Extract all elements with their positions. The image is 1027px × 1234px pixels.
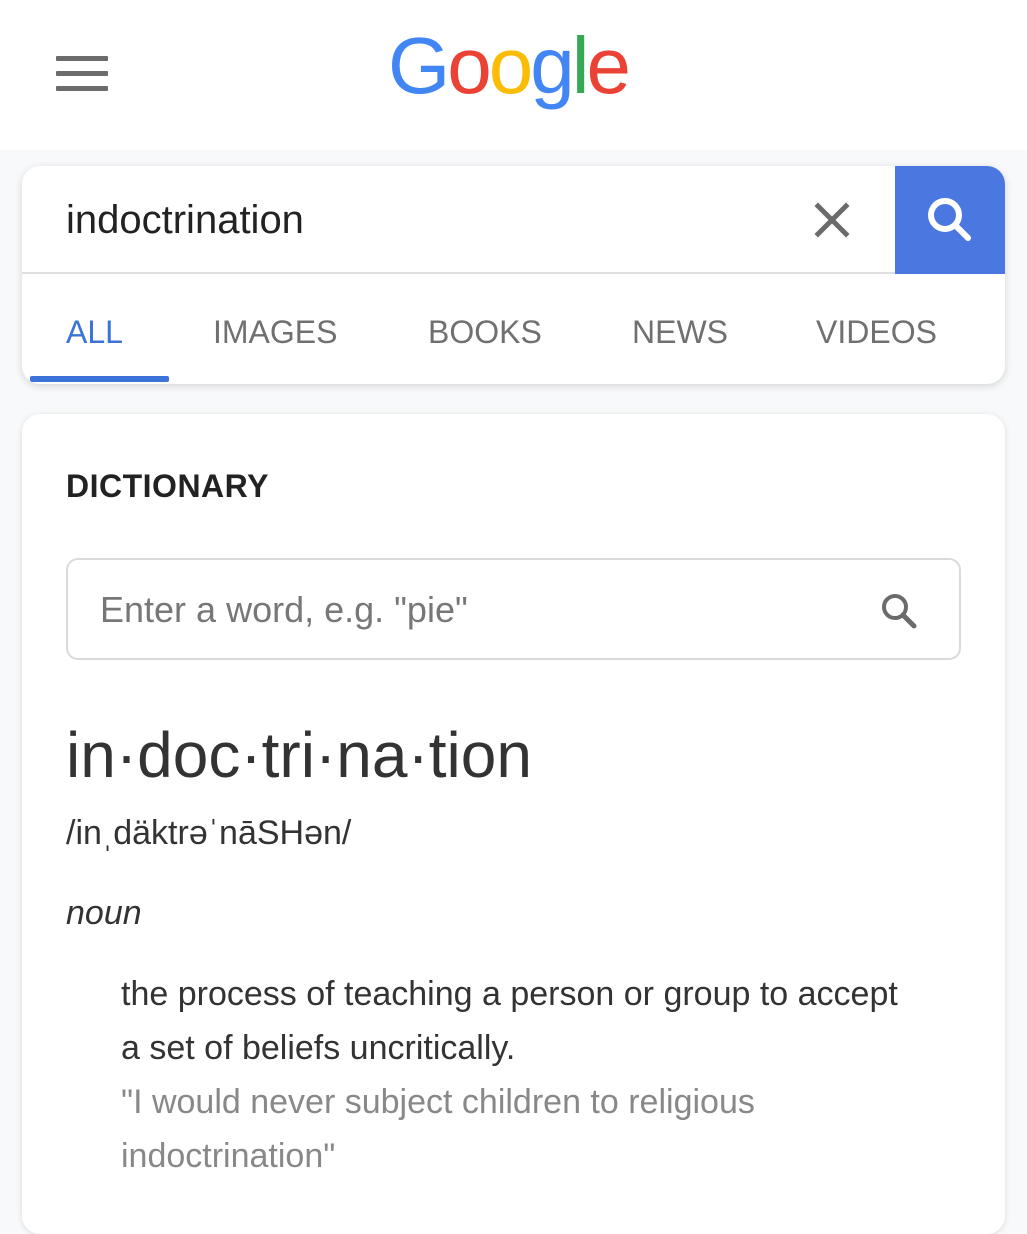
logo-letter: G bbox=[388, 21, 450, 110]
tab-all[interactable]: ALL bbox=[66, 314, 123, 351]
part-of-speech: noun bbox=[66, 894, 142, 932]
logo-letter: o bbox=[447, 21, 491, 110]
headword: in·doc·tri·na·tion bbox=[66, 719, 532, 791]
logo-letter: g bbox=[530, 21, 574, 110]
close-icon[interactable] bbox=[812, 200, 852, 240]
search-card: indoctrination ALL IMAGES BOOKS NEWS VID… bbox=[22, 166, 1005, 384]
active-tab-indicator bbox=[30, 376, 169, 382]
search-icon bbox=[928, 198, 971, 241]
menu-bar bbox=[56, 56, 108, 61]
search-bar: indoctrination bbox=[22, 166, 1005, 274]
tab-news[interactable]: NEWS bbox=[632, 314, 728, 351]
dictionary-search-input[interactable] bbox=[100, 584, 860, 636]
tab-videos[interactable]: VIDEOS bbox=[816, 314, 937, 351]
definition: the process of teaching a person or grou… bbox=[121, 975, 898, 1067]
dictionary-title: DICTIONARY bbox=[66, 468, 269, 504]
dictionary-search-box bbox=[66, 558, 961, 660]
tab-images[interactable]: IMAGES bbox=[213, 314, 337, 351]
search-tabs: ALL IMAGES BOOKS NEWS VIDEOS bbox=[22, 276, 1005, 384]
search-input[interactable]: indoctrination bbox=[66, 198, 304, 243]
google-logo[interactable]: Google bbox=[388, 26, 631, 106]
dictionary-card: DICTIONARY in·doc·tri·na·tion /inˌdäktrə… bbox=[22, 414, 1005, 1234]
logo-letter: o bbox=[488, 21, 533, 110]
search-icon[interactable] bbox=[878, 590, 922, 634]
example-sentence: "I would never subject children to relig… bbox=[121, 1083, 755, 1175]
logo-letter: l bbox=[571, 21, 590, 110]
search-button[interactable] bbox=[895, 166, 1005, 274]
tab-books[interactable]: BOOKS bbox=[428, 314, 542, 351]
menu-bar bbox=[56, 86, 108, 91]
logo-letter: e bbox=[586, 21, 631, 110]
phonetic-transcription: /inˌdäktrəˈnāSHən/ bbox=[66, 814, 352, 852]
hamburger-menu-icon[interactable] bbox=[56, 56, 108, 92]
header: Google bbox=[0, 0, 1027, 150]
menu-bar bbox=[56, 71, 108, 76]
